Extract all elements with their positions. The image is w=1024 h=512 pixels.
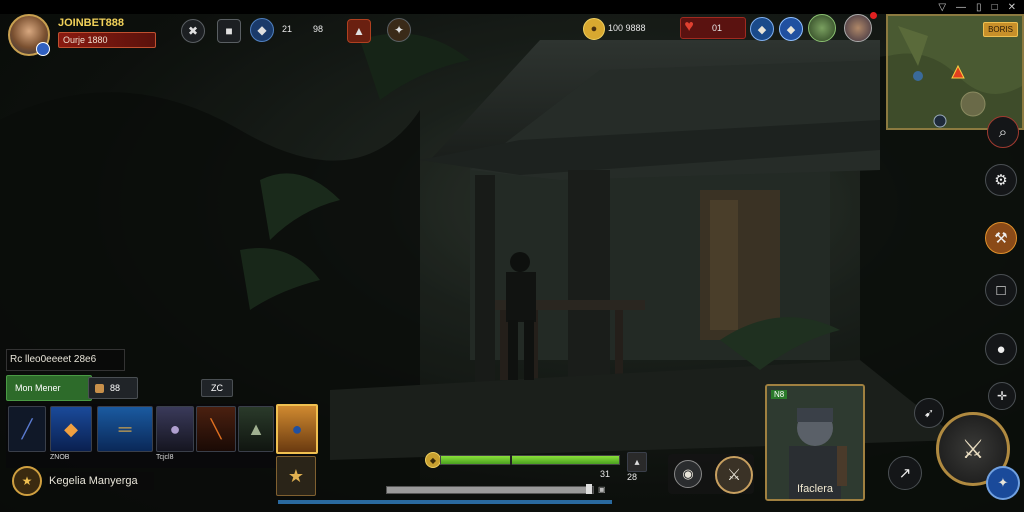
alert-icon[interactable]: ▲	[347, 19, 371, 43]
hp-shield-icon: ◆	[425, 452, 441, 468]
minimap-label[interactable]: BORIS	[983, 22, 1018, 37]
skill-slot-selected-hero-icon[interactable]: ●	[276, 404, 318, 454]
helmet-icon[interactable]: ◉	[674, 460, 702, 488]
portrait-badge: N8	[771, 390, 788, 399]
small-button[interactable]: ZC	[201, 379, 233, 397]
right-value: 28	[627, 472, 638, 482]
skill-label-1: ZNOB	[50, 454, 70, 461]
rank-shield-icon[interactable]: ◆	[750, 17, 774, 41]
wifi-icon: ▽	[938, 1, 947, 13]
player-rank-bar: Ourje 1880	[58, 32, 156, 48]
notification-dot-icon	[870, 12, 877, 19]
count-value: 88	[110, 383, 121, 393]
hammer-icon[interactable]: ⚒	[985, 222, 1017, 254]
stamina-bar-fill	[387, 487, 589, 493]
stamina-end-icon: ▣	[598, 485, 606, 494]
close-icon[interactable]: ✕	[1008, 2, 1016, 13]
stamina-marker	[586, 484, 592, 494]
gold-amount: 100 9888	[608, 23, 646, 33]
crossed-swords-icon[interactable]: ✖	[181, 19, 205, 43]
player-panel[interactable]	[8, 14, 50, 56]
system-icons: ▽ — ▯ □ ✕	[938, 0, 1016, 14]
level-badge-icon	[36, 42, 50, 56]
clan-shield-icon[interactable]: ◆	[779, 17, 803, 41]
mode-button[interactable]: Mon Mener	[6, 375, 92, 401]
dodge-icon[interactable]: ➹	[914, 398, 944, 428]
box-icon	[95, 383, 104, 393]
health-bar-fill	[441, 456, 619, 464]
stamina-bar	[386, 486, 594, 494]
crosshair-icon[interactable]: ✛	[988, 382, 1016, 410]
teammate-avatar-2[interactable]	[844, 14, 872, 42]
trophy-icon[interactable]: ★	[276, 456, 316, 496]
skill-label-2: Tcjcl8	[156, 454, 174, 461]
sword-slash-icon[interactable]: ⚔	[715, 456, 753, 494]
hearts-amount: 01	[712, 23, 723, 33]
skill-slot-fire-icon[interactable]: ╲	[196, 406, 236, 452]
emblem-icon[interactable]: ✦	[387, 18, 411, 42]
map-icon[interactable]: □	[985, 274, 1017, 306]
status-text: Rc lleo0eeeet 28e6	[6, 349, 125, 371]
hp-value: 31	[600, 469, 611, 479]
window-icon[interactable]: ▯	[976, 2, 982, 13]
beast-icon[interactable]: ●	[985, 333, 1017, 365]
hero-portrait-card[interactable]: N8 Ifaclera	[765, 384, 865, 501]
skill-slot-rifle-icon[interactable]: ═	[97, 406, 153, 452]
minimize-icon[interactable]: —	[956, 2, 966, 13]
stat-two: 98	[313, 24, 324, 34]
gear-icon[interactable]: ⚙	[985, 164, 1017, 196]
character-name: Kegelia Manyerga	[46, 472, 154, 490]
search-icon[interactable]: ⌕	[987, 116, 1019, 148]
skill-slot-armor-icon[interactable]: ◆	[50, 406, 92, 452]
skill-slot-blade-icon[interactable]: ╱	[8, 406, 46, 452]
heart-icon: ♥	[684, 18, 694, 35]
teammate-avatar-1[interactable]	[808, 14, 836, 42]
gold-coin-icon: ●	[583, 18, 605, 40]
skill-slot-soldier-icon[interactable]: ▲	[238, 406, 274, 452]
portrait-name: Ifaclera	[796, 483, 834, 495]
health-bar-divider	[510, 455, 512, 465]
restore-icon[interactable]: □	[992, 2, 998, 13]
chat-icon[interactable]: ■	[217, 19, 241, 43]
special-skill-icon[interactable]: ✦	[986, 466, 1020, 500]
player-name: JOINBET888	[58, 17, 125, 29]
character-badge-icon[interactable]: ★	[12, 466, 42, 496]
health-bar	[440, 455, 620, 465]
minimap[interactable]: BORIS	[886, 14, 1024, 130]
stat-one: 21	[282, 24, 293, 34]
shield-icon[interactable]: ◆	[250, 18, 274, 42]
quick-item-icon[interactable]: ▴	[627, 452, 647, 472]
skill-slot-ogre-icon[interactable]: ●	[156, 406, 194, 452]
experience-bar	[278, 500, 612, 504]
sprint-icon[interactable]: ↗	[888, 456, 922, 490]
count-panel[interactable]: 88	[88, 377, 138, 399]
